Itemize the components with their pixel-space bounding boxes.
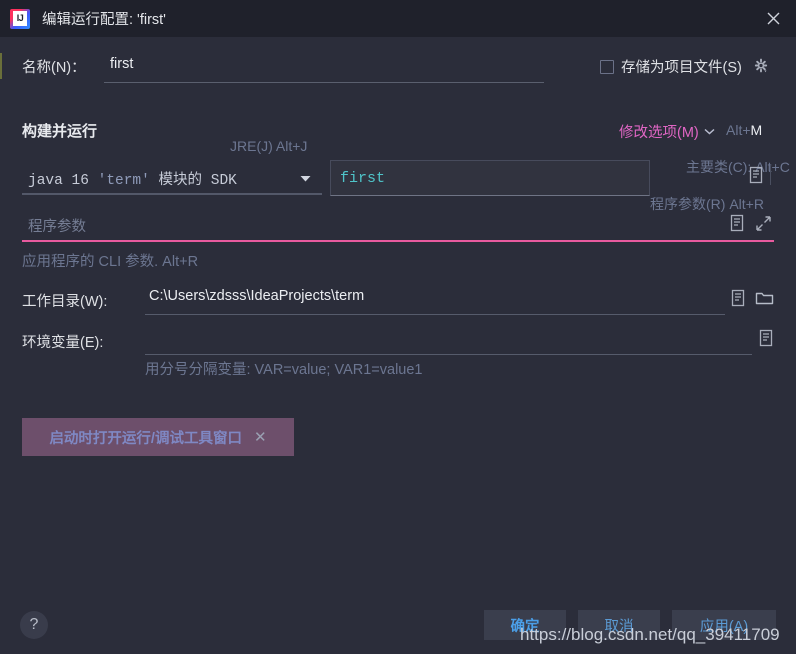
edit-run-configuration-dialog: 编辑运行配置: 'first' 名称(N)： 存储为项目文件(S) 构建并运行 …: [0, 0, 796, 654]
gear-icon[interactable]: [753, 58, 770, 75]
dropdown-triangle-icon[interactable]: [299, 174, 312, 183]
main-class-hint: 主要类(C): Alt+C: [686, 159, 790, 175]
dialog-title: 编辑运行配置: 'first': [42, 12, 166, 28]
question-mark-icon: ?: [29, 616, 39, 633]
jre-hint: JRE(J) Alt+J: [230, 138, 308, 154]
jre-module-name: 'term': [97, 172, 150, 189]
macro-list-icon[interactable]: [730, 289, 746, 307]
name-input[interactable]: [104, 50, 544, 83]
open-run-tool-window-chip[interactable]: 启动时打开运行/调试工具窗口 ✕: [22, 418, 294, 456]
macro-list-icon[interactable]: [748, 166, 764, 184]
environment-variables-help-text: 用分号分隔变量: VAR=value; VAR1=value1: [145, 362, 423, 378]
main-class-input[interactable]: first: [330, 160, 650, 196]
main-class-value: first: [340, 169, 386, 187]
close-icon[interactable]: ✕: [254, 430, 267, 445]
macro-list-icon[interactable]: [758, 329, 774, 347]
build-and-run-heading: 构建并运行: [22, 123, 98, 140]
help-button[interactable]: ?: [20, 611, 48, 639]
program-arguments-icons: [729, 214, 772, 232]
store-as-project-file-row[interactable]: 存储为项目文件(S): [600, 56, 770, 77]
cancel-button[interactable]: 取消: [578, 610, 660, 640]
working-directory-label: 工作目录(W):: [22, 294, 108, 310]
program-arguments-hint: 程序参数(R) Alt+R: [650, 196, 764, 212]
environment-variables-icons: [758, 329, 774, 352]
close-icon: [767, 12, 779, 25]
working-directory-input[interactable]: C:\Users\zdsss\IdeaProjects\term: [145, 284, 725, 315]
modify-options-label: 修改选项(M): [619, 125, 699, 141]
program-arguments-help-text: 应用程序的 CLI 参数. Alt+R: [22, 254, 199, 270]
store-as-project-file-checkbox[interactable]: [600, 59, 614, 74]
intellij-idea-logo-icon: [10, 8, 30, 29]
program-arguments-placeholder: 程序参数: [28, 219, 86, 235]
chevron-down-icon: [704, 128, 715, 135]
ok-button[interactable]: 确定: [484, 610, 566, 640]
environment-variables-label: 环境变量(E):: [22, 335, 104, 351]
program-arguments-input[interactable]: 程序参数: [22, 212, 774, 242]
expand-icon[interactable]: [755, 215, 772, 232]
main-class-icons: [748, 165, 771, 185]
environment-variables-input[interactable]: [145, 324, 752, 355]
title-bar: 编辑运行配置: 'first': [0, 0, 796, 37]
modify-options-button[interactable]: 修改选项(M): [619, 121, 715, 142]
close-window-button[interactable]: [750, 0, 796, 37]
folder-icon[interactable]: [755, 290, 774, 307]
open-run-tool-window-chip-label: 启动时打开运行/调试工具窗口: [49, 430, 242, 447]
working-directory-value: C:\Users\zdsss\IdeaProjects\term: [149, 288, 365, 304]
modify-options-shortcut-mnemonic: M: [750, 122, 763, 138]
jre-java-version: java 16: [28, 172, 98, 189]
store-as-project-file-label: 存储为项目文件(S): [621, 60, 742, 76]
working-directory-icons: [730, 289, 774, 307]
modify-options-shortcut: Alt+M: [726, 122, 763, 138]
macro-list-icon[interactable]: [729, 214, 745, 232]
apply-button[interactable]: 应用(A): [672, 610, 776, 640]
jre-value: java 16 'term' 模块的 SDK: [22, 168, 299, 189]
jre-sdk-suffix: 模块的 SDK: [149, 172, 237, 189]
jre-combobox[interactable]: java 16 'term' 模块的 SDK: [22, 163, 322, 195]
icon-divider: [770, 165, 771, 185]
name-label: 名称(N)：: [22, 60, 86, 76]
